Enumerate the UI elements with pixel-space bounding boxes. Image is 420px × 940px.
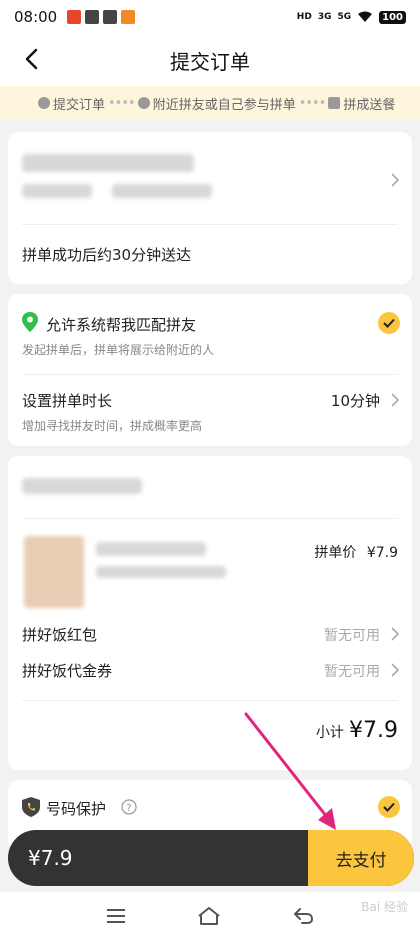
checkmark-icon (383, 802, 395, 812)
duration-value: 10分钟 (330, 392, 380, 410)
chevron-right-icon (391, 173, 400, 187)
food-spec-blurred (96, 566, 226, 578)
step-delivery: 拼成送餐 (328, 94, 395, 113)
group-price: 拼单价 ¥7.9 (314, 542, 398, 562)
svg-text:?: ? (126, 803, 131, 814)
hd-indicator: HD (296, 12, 312, 22)
3g-indicator: 3G (317, 12, 332, 22)
step-separator: •••• (298, 95, 327, 111)
app-notification-icon (67, 10, 82, 24)
pay-bar: ¥7.9 去支付 (8, 830, 414, 886)
5g-indicator: 5G (337, 12, 352, 22)
pay-button[interactable]: 去支付 (308, 830, 414, 886)
system-nav-bar (0, 892, 420, 940)
status-time: 08:00 (14, 8, 58, 26)
divider (22, 224, 398, 225)
address-card[interactable]: 拼单成功后约30分钟送达 (8, 132, 412, 284)
privacy-title: 号码保护 (46, 800, 107, 818)
duration-row[interactable]: 设置拼单时长 增加寻找拼友时间，拼成概率更高 10分钟 (8, 374, 412, 446)
shield-notification-icon (85, 10, 100, 24)
red-packet-row[interactable]: 拼好饭红包 暂无可用 (8, 616, 412, 652)
shield-phone-icon (22, 797, 40, 817)
group-price-value: ¥7.9 (366, 545, 398, 561)
step-label: 拼成送餐 (343, 97, 396, 113)
nav-header: 提交订单 (0, 34, 420, 86)
match-friends-title: 允许系统帮我匹配拼友 (46, 316, 197, 334)
step-separator: •••• (108, 95, 136, 111)
chat-bubble-icon (38, 97, 50, 109)
match-friends-checkbox[interactable] (378, 312, 400, 334)
chevron-right-icon (391, 393, 400, 407)
subtotal: 小计 ¥7.9 (316, 718, 398, 743)
battery-indicator: 100 (379, 10, 406, 24)
app2-notification-icon (121, 10, 136, 24)
pay-total: ¥7.9 (28, 846, 73, 870)
red-packet-label: 拼好饭红包 (22, 626, 98, 644)
group-price-label: 拼单价 (314, 545, 357, 561)
step-join-group: 附近拼友或自己参与拼单 (137, 94, 296, 113)
listen-notification-icon (103, 10, 118, 24)
watermark: Bai 经验 (361, 900, 408, 914)
red-packet-value: 暂无可用 (324, 628, 380, 644)
duration-subtitle: 增加寻找拼友时间，拼成概率更高 (22, 419, 203, 433)
location-icon (137, 97, 150, 109)
voucher-label: 拼好饭代金券 (22, 662, 113, 680)
order-card: 拼单价 ¥7.9 拼好饭红包 暂无可用 拼好饭代金券 暂无可用 小计 ¥7.9 (8, 456, 412, 770)
store-name-blurred (22, 478, 142, 494)
step-label: 附近拼友或自己参与拼单 (152, 97, 296, 113)
page-title: 提交订单 (170, 49, 250, 74)
checkmark-icon (383, 318, 395, 328)
match-friends-subtitle: 发起拼单后，拼单将展示给附近的人 (22, 343, 215, 357)
voucher-value: 暂无可用 (324, 664, 380, 680)
step-submit-order: 提交订单 (38, 94, 105, 113)
duration-label: 设置拼单时长 (22, 392, 113, 410)
chevron-right-icon (391, 627, 400, 641)
home-icon[interactable] (197, 906, 221, 926)
subtotal-value: ¥7.9 (349, 718, 398, 743)
step-label: 提交订单 (53, 97, 106, 113)
matching-card: 允许系统帮我匹配拼友 发起拼单后，拼单将展示给附近的人 设置拼单时长 增加寻找拼… (8, 294, 412, 446)
status-bar: 08:00 HD 3G 5G 100 (0, 0, 420, 34)
scooter-icon (328, 97, 341, 109)
food-name-blurred (96, 542, 206, 556)
help-icon[interactable]: ? (121, 799, 137, 815)
contact-phone-blurred (112, 184, 212, 198)
back-nav-icon[interactable] (292, 907, 314, 925)
order-steps: 提交订单 •••• 附近拼友或自己参与拼单 •••• 拼成送餐 (0, 86, 420, 120)
chevron-right-icon (391, 663, 400, 677)
location-pin-icon (22, 312, 38, 332)
delivery-eta: 拼单成功后约30分钟送达 (22, 246, 192, 264)
food-image-blurred (24, 536, 84, 608)
privacy-checkbox[interactable] (378, 796, 400, 818)
address-blurred (22, 154, 194, 172)
contact-name-blurred (22, 184, 92, 198)
menu-icon[interactable] (106, 908, 126, 924)
voucher-row[interactable]: 拼好饭代金券 暂无可用 (8, 652, 412, 688)
wifi-icon (358, 11, 373, 22)
subtotal-label: 小计 (315, 725, 344, 741)
divider (22, 700, 398, 701)
back-arrow-icon[interactable] (18, 44, 48, 74)
divider (22, 518, 398, 519)
